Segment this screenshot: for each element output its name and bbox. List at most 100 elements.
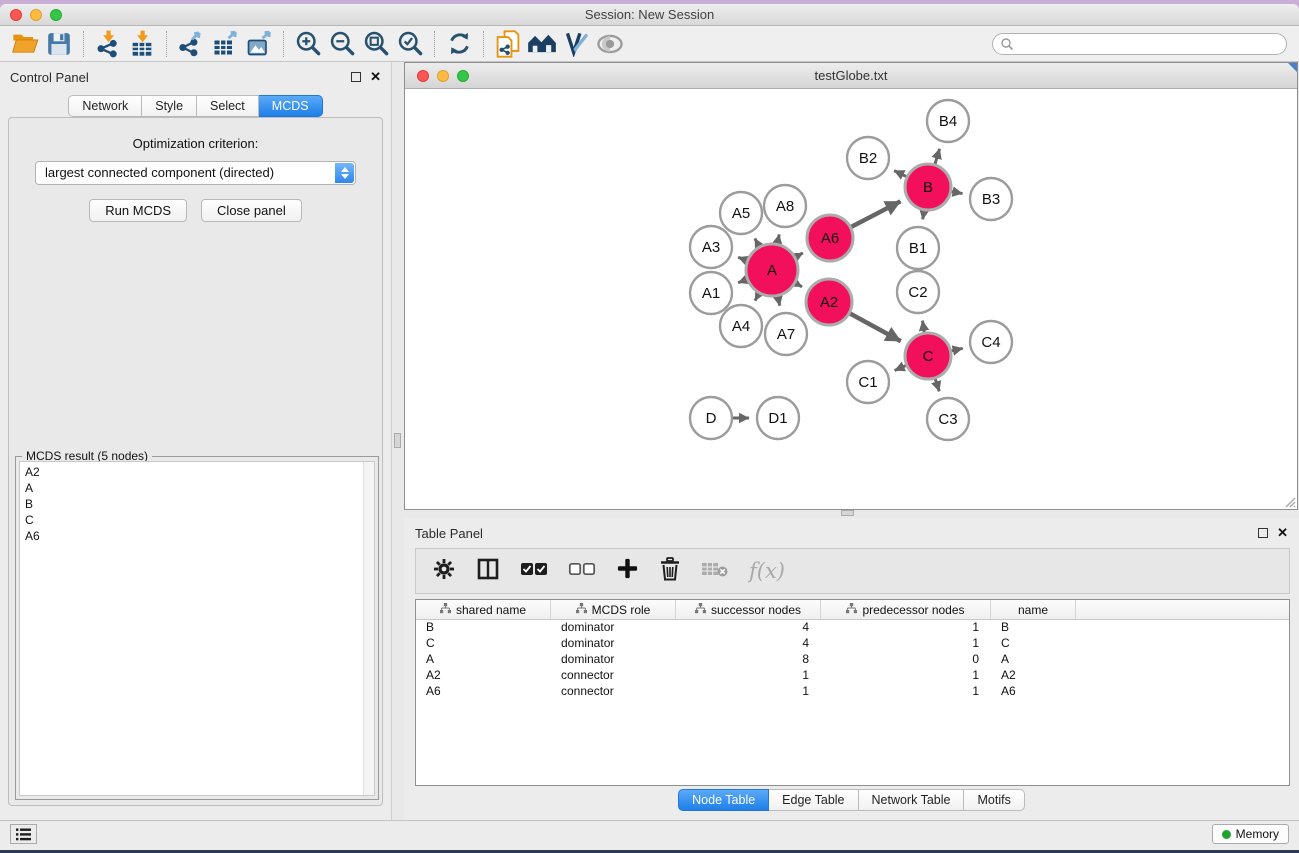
- open-file-icon[interactable]: [8, 28, 42, 60]
- close-table-panel-icon[interactable]: ✕: [1277, 528, 1288, 538]
- edge-C-C3[interactable]: [935, 379, 939, 391]
- node-label-A5: A5: [732, 205, 750, 222]
- close-network-button[interactable]: [417, 70, 429, 82]
- toolbar-separator: [483, 31, 484, 57]
- deselect-all-icon[interactable]: [568, 562, 596, 581]
- zoom-in-icon[interactable]: [291, 28, 325, 60]
- edge-B-B1[interactable]: [923, 211, 924, 220]
- resize-grip-icon[interactable]: [1282, 494, 1296, 508]
- table-row[interactable]: A2connector11A2: [416, 668, 1289, 684]
- zoom-window-button[interactable]: [50, 9, 62, 21]
- table-row[interactable]: Adominator80A: [416, 652, 1289, 668]
- status-bar: Memory: [0, 820, 1299, 846]
- table-cell: 4: [676, 620, 821, 636]
- column-header-MCDS-role[interactable]: MCDS role: [551, 600, 676, 619]
- node-label-B4: B4: [939, 113, 957, 130]
- zoom-fit-icon[interactable]: [359, 28, 393, 60]
- edge-A-A6[interactable]: [796, 253, 803, 257]
- result-item[interactable]: B: [25, 496, 374, 512]
- edge-A-A5[interactable]: [755, 238, 759, 246]
- mcds-result-list[interactable]: A2ABCA6: [19, 461, 375, 796]
- home-layout-icon[interactable]: [525, 28, 559, 60]
- optimization-label: Optimization criterion:: [9, 136, 382, 151]
- edge-A2-C[interactable]: [850, 313, 901, 341]
- column-header-name[interactable]: name: [991, 600, 1076, 619]
- edge-A-A7[interactable]: [778, 296, 780, 305]
- tab-node-table[interactable]: Node Table: [678, 789, 769, 811]
- zoom-selected-icon[interactable]: [393, 28, 427, 60]
- import-table-icon[interactable]: [125, 28, 159, 60]
- column-header-successor-nodes[interactable]: successor nodes: [676, 600, 821, 619]
- run-mcds-button[interactable]: Run MCDS: [89, 199, 187, 222]
- tab-select[interactable]: Select: [197, 95, 259, 117]
- column-header-predecessor-nodes[interactable]: predecessor nodes: [821, 600, 991, 619]
- result-item[interactable]: A6: [25, 528, 374, 544]
- table-cell: B: [991, 620, 1076, 636]
- tab-style[interactable]: Style: [142, 95, 197, 117]
- delete-column-icon[interactable]: [659, 557, 681, 586]
- clone-network-icon[interactable]: [491, 28, 525, 60]
- node-label-C3: C3: [938, 411, 957, 428]
- edge-B-B4[interactable]: [935, 149, 940, 164]
- export-network-icon[interactable]: [174, 28, 208, 60]
- network-graph[interactable]: B4B2BB3A5A8A6A3B1AA1C2A2A4A7CC1C4C3DD1: [405, 89, 1297, 509]
- vizmap-icon[interactable]: [559, 28, 593, 60]
- result-scrollbar[interactable]: [363, 462, 374, 795]
- search-input[interactable]: [1014, 35, 1286, 53]
- select-all-icon[interactable]: [520, 562, 548, 581]
- criterion-dropdown[interactable]: largest connected component (directed): [35, 161, 356, 185]
- close-panel-icon[interactable]: ✕: [370, 72, 381, 82]
- column-visibility-icon[interactable]: [476, 557, 500, 586]
- close-window-button[interactable]: [10, 9, 22, 21]
- node-table: shared nameMCDS rolesuccessor nodesprede…: [415, 599, 1290, 786]
- edge-B-B3[interactable]: [952, 191, 963, 193]
- edge-C-C4[interactable]: [951, 348, 962, 351]
- delete-table-icon[interactable]: [701, 560, 729, 583]
- add-column-icon[interactable]: [616, 557, 639, 585]
- refresh-icon[interactable]: [442, 28, 476, 60]
- result-item[interactable]: A: [25, 480, 374, 496]
- search-field[interactable]: [992, 33, 1287, 55]
- tab-network[interactable]: Network: [68, 95, 142, 117]
- show-hide-graphics-icon[interactable]: [593, 28, 627, 60]
- edge-C-C2[interactable]: [922, 321, 924, 333]
- tab-network-table[interactable]: Network Table: [859, 789, 965, 811]
- function-builder-icon[interactable]: f(x): [749, 559, 785, 583]
- table-row[interactable]: Cdominator41C: [416, 636, 1289, 652]
- zoom-network-button[interactable]: [457, 70, 469, 82]
- export-table-icon[interactable]: [208, 28, 242, 60]
- network-canvas[interactable]: B4B2BB3A5A8A6A3B1AA1C2A2A4A7CC1C4C3DD1: [405, 89, 1297, 509]
- table-row[interactable]: A6connector11A6: [416, 684, 1289, 700]
- edge-A6-B[interactable]: [851, 201, 900, 227]
- settings-gear-icon[interactable]: [432, 557, 456, 586]
- column-header-shared-name[interactable]: shared name: [416, 600, 551, 619]
- network-table-divider-handle[interactable]: [841, 510, 854, 516]
- edge-C-C1[interactable]: [895, 366, 906, 371]
- tab-motifs[interactable]: Motifs: [964, 789, 1024, 811]
- minimize-network-button[interactable]: [437, 70, 449, 82]
- edge-A-A8[interactable]: [777, 234, 779, 243]
- edge-B-B2[interactable]: [894, 171, 906, 177]
- save-session-icon[interactable]: [42, 28, 76, 60]
- edge-A-A2[interactable]: [796, 283, 802, 287]
- table-row[interactable]: Bdominator41B: [416, 620, 1289, 636]
- table-cell: 4: [676, 636, 821, 652]
- export-image-icon[interactable]: [242, 28, 276, 60]
- result-item[interactable]: C: [25, 512, 374, 528]
- minimize-window-button[interactable]: [30, 9, 42, 21]
- edge-A-A1[interactable]: [738, 280, 747, 283]
- edge-A-A4[interactable]: [755, 294, 759, 301]
- panel-divider-handle[interactable]: [394, 433, 401, 448]
- tab-edge-table[interactable]: Edge Table: [769, 789, 858, 811]
- import-network-icon[interactable]: [91, 28, 125, 60]
- float-panel-icon[interactable]: [351, 72, 361, 82]
- table-cell: 1: [676, 684, 821, 700]
- tab-mcds[interactable]: MCDS: [259, 95, 323, 117]
- float-table-panel-icon[interactable]: [1258, 528, 1268, 538]
- memory-button[interactable]: Memory: [1212, 824, 1289, 844]
- close-panel-button[interactable]: Close panel: [201, 199, 302, 222]
- zoom-out-icon[interactable]: [325, 28, 359, 60]
- edge-A-A3[interactable]: [738, 257, 747, 260]
- result-item[interactable]: A2: [25, 464, 374, 480]
- show-commands-button[interactable]: [10, 824, 37, 844]
